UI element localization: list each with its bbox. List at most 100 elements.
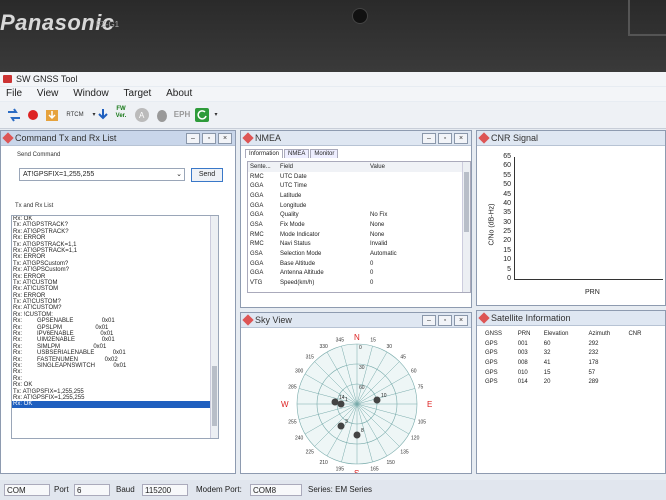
scroll-thumb[interactable] bbox=[212, 366, 217, 426]
table-cell bbox=[368, 191, 463, 201]
satellite-marker[interactable] bbox=[331, 398, 339, 406]
azimuth-label: 15 bbox=[370, 337, 376, 343]
minimize-icon[interactable]: – bbox=[422, 133, 436, 144]
restore-icon[interactable]: ▫ bbox=[438, 133, 452, 144]
table-row[interactable]: GPS 003 32 232 bbox=[483, 348, 653, 358]
menu-target[interactable]: Target bbox=[118, 87, 158, 101]
sky-rings bbox=[296, 343, 418, 465]
tx-rx-list[interactable]: Rx: OK Tx: AT!GPSTRACK? Rx: AT!GPSTRACK? Rx… bbox=[11, 215, 219, 439]
table-row[interactable]: GSA Selection Mode Automatic bbox=[248, 249, 463, 259]
col-cnr[interactable]: CNR bbox=[626, 329, 653, 339]
table-cell: GPS bbox=[485, 350, 498, 357]
menu-file[interactable]: File bbox=[0, 87, 28, 101]
refresh-icon[interactable] bbox=[194, 106, 210, 124]
table-cell: Longitude bbox=[280, 202, 307, 209]
menu-about[interactable]: About bbox=[160, 87, 198, 101]
cnr-ytick: 35 bbox=[503, 209, 511, 217]
baud-field[interactable]: 115200 bbox=[142, 484, 188, 496]
cnr-ylabel-wrap: C/No (dB-Hz) bbox=[487, 171, 497, 281]
port-field[interactable]: 6 bbox=[74, 484, 110, 496]
satellite-marker[interactable] bbox=[353, 431, 361, 439]
fw-version-button[interactable]: FW Ver. bbox=[114, 106, 128, 124]
table-cell: Invalid bbox=[370, 241, 388, 248]
col-field[interactable]: Field bbox=[278, 162, 368, 172]
table-row[interactable]: GGA UTC Time bbox=[248, 181, 463, 191]
app-icon bbox=[3, 75, 12, 83]
table-row[interactable]: GPS 014 20 289 bbox=[483, 377, 653, 387]
list-item[interactable]: Rx: OK bbox=[12, 401, 218, 408]
tab-nmea[interactable]: NMEA bbox=[284, 149, 310, 158]
command-input[interactable]: AT!GPSFIX=1,255,255 ⌄ bbox=[19, 168, 185, 181]
col-sentence[interactable]: Sente... bbox=[248, 162, 278, 172]
satellite-label: 1 bbox=[345, 397, 348, 403]
table-row[interactable]: GSA Fix Mode None bbox=[248, 220, 463, 230]
satellite-marker[interactable] bbox=[373, 396, 381, 404]
nmea-scrollbar[interactable] bbox=[462, 162, 470, 292]
table-row[interactable]: VTG Speed(km/h) 0 bbox=[248, 278, 463, 288]
bezel-corner bbox=[628, 0, 666, 36]
close-icon[interactable]: × bbox=[218, 133, 232, 144]
series-label: Series: EM Series bbox=[308, 485, 373, 494]
table-row[interactable]: GPS 010 15 57 bbox=[483, 368, 653, 378]
tab-information[interactable]: Information bbox=[245, 149, 284, 158]
table-row[interactable]: RMC UTC Date bbox=[248, 172, 463, 182]
com-select[interactable]: COM bbox=[4, 484, 50, 496]
satellite-marker[interactable] bbox=[337, 422, 345, 430]
table-cell: RMC bbox=[250, 241, 264, 248]
tab-monitor[interactable]: Monitor bbox=[310, 149, 339, 158]
eph-button[interactable]: EPH bbox=[172, 106, 192, 124]
table-row[interactable]: RMC Navi Status Invalid bbox=[248, 240, 463, 250]
cnr-panel: CNR Signal 65 60 55 50 45 40 35 30 25 20 15 10 5 0 C/… bbox=[476, 130, 666, 306]
table-cell: 010 bbox=[517, 369, 528, 376]
table-row[interactable]: RMC Mode Indicator None bbox=[248, 230, 463, 240]
col-elevation[interactable]: Elevation bbox=[542, 329, 587, 339]
satellite-marker[interactable] bbox=[337, 400, 345, 408]
restore-icon[interactable]: ▫ bbox=[202, 133, 216, 144]
table-row[interactable]: GPS 008 41 178 bbox=[483, 358, 653, 368]
table-row[interactable]: GGA Quality No Fix bbox=[248, 210, 463, 220]
minimize-icon[interactable]: – bbox=[186, 133, 200, 144]
table-row[interactable]: GGA Base Altitude 0 bbox=[248, 259, 463, 269]
table-cell: 0 bbox=[370, 260, 374, 267]
azimuth-label: 210 bbox=[320, 460, 329, 466]
elevation-label: 60 bbox=[359, 385, 365, 391]
table-row[interactable]: GPS 001 60 292 bbox=[483, 339, 653, 349]
table-row[interactable]: GGA Longitude bbox=[248, 201, 463, 211]
col-prn[interactable]: PRN bbox=[516, 329, 542, 339]
refresh-dropdown-arrow[interactable]: ▾ bbox=[212, 106, 220, 124]
close-icon[interactable]: × bbox=[454, 315, 468, 326]
download-arrow-icon[interactable] bbox=[96, 106, 110, 124]
app-titlebar: SW GNSS Tool bbox=[0, 72, 666, 86]
col-azimuth[interactable]: Azimuth bbox=[586, 329, 626, 339]
table-row[interactable]: GGA Latitude bbox=[248, 191, 463, 201]
modem-port-field[interactable]: COM8 bbox=[250, 484, 302, 496]
connect-icon[interactable] bbox=[6, 106, 22, 124]
agps-icon[interactable]: A bbox=[134, 106, 150, 124]
table-cell: 0 bbox=[370, 270, 374, 277]
download-icon[interactable] bbox=[44, 106, 60, 124]
menu-window[interactable]: Window bbox=[67, 87, 115, 101]
table-cell: 178 bbox=[588, 359, 599, 366]
table-cell: GSA bbox=[250, 221, 263, 228]
menu-view[interactable]: View bbox=[31, 87, 65, 101]
send-button[interactable]: Send bbox=[191, 168, 223, 182]
col-gnss[interactable]: GNSS bbox=[483, 329, 516, 339]
close-icon[interactable]: × bbox=[454, 133, 468, 144]
table-row[interactable]: GGA Antenna Altitude 0 bbox=[248, 269, 463, 279]
svg-text:A: A bbox=[139, 111, 145, 120]
scroll-thumb[interactable] bbox=[464, 172, 469, 232]
stop-icon[interactable] bbox=[26, 106, 40, 124]
table-cell bbox=[368, 201, 463, 211]
col-value[interactable]: Value bbox=[368, 162, 463, 172]
list-scrollbar[interactable] bbox=[210, 216, 218, 438]
bug-icon[interactable] bbox=[154, 106, 170, 124]
azimuth-label: 105 bbox=[418, 419, 427, 425]
minimize-icon[interactable]: – bbox=[422, 315, 436, 326]
chevron-down-icon[interactable]: ⌄ bbox=[176, 169, 182, 181]
restore-icon[interactable]: ▫ bbox=[438, 315, 452, 326]
table-cell: 292 bbox=[588, 340, 599, 347]
table-cell: GGA bbox=[250, 202, 264, 209]
table-cell: Antenna Altitude bbox=[280, 270, 324, 277]
table-cell: Selection Mode bbox=[280, 251, 322, 258]
rtcm-button[interactable]: RTCM bbox=[64, 106, 86, 124]
